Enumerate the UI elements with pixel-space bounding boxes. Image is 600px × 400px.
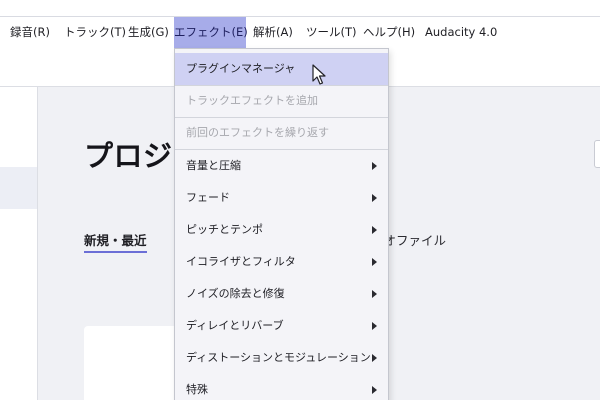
tab-selected-indicator xyxy=(84,251,147,253)
effect-menu-dropdown: プラグインマネージャ トラックエフェクトを追加 前回のエフェクトを繰り返す 音量… xyxy=(174,48,389,400)
menu-item-label: トラックエフェクトを追加 xyxy=(186,94,318,107)
app-version-label: Audacity 4.0 xyxy=(425,25,498,39)
menu-record[interactable]: 録音(R) xyxy=(10,17,50,48)
menu-generate[interactable]: 生成(G) xyxy=(128,17,169,48)
submenu-arrow-icon xyxy=(372,194,377,202)
menu-item-label: ノイズの除去と修復 xyxy=(186,287,285,300)
menu-item-noise-repair[interactable]: ノイズの除去と修復 xyxy=(175,278,388,310)
menu-item-add-track-effect: トラックエフェクトを追加 xyxy=(175,85,388,117)
submenu-arrow-icon xyxy=(372,322,377,330)
menu-item-distortion-modulation[interactable]: ディストーションとモジュレーション xyxy=(175,342,388,374)
sidebar-selected-item[interactable] xyxy=(0,167,37,209)
menu-item-pitch-tempo[interactable]: ピッチとテンポ xyxy=(175,214,388,246)
menu-tracks[interactable]: トラック(T) xyxy=(64,17,126,48)
menu-item-special[interactable]: 特殊 xyxy=(175,374,388,400)
panel-edge-handle[interactable] xyxy=(594,140,600,168)
tab-new-recent[interactable]: 新規・最近 xyxy=(84,230,147,249)
menu-help[interactable]: ヘルプ(H) xyxy=(363,17,415,48)
menu-item-label: 音量と圧縮 xyxy=(186,159,241,172)
left-sidebar xyxy=(0,87,38,400)
menu-item-delay-reverb[interactable]: ディレイとリバーブ xyxy=(175,310,388,342)
app-window: 録音(R) トラック(T) 生成(G) エフェクト(E) 解析(A) ツール(T… xyxy=(0,0,600,400)
submenu-arrow-icon xyxy=(372,226,377,234)
mouse-pointer-icon xyxy=(312,64,326,85)
menu-item-fade[interactable]: フェード xyxy=(175,182,388,214)
menu-item-label: 特殊 xyxy=(186,383,208,396)
menu-analyze[interactable]: 解析(A) xyxy=(253,17,293,48)
submenu-arrow-icon xyxy=(372,258,377,266)
menu-item-plugin-manager[interactable]: プラグインマネージャ xyxy=(175,53,388,85)
menu-item-volume-compression[interactable]: 音量と圧縮 xyxy=(175,150,388,182)
menu-item-label: ピッチとテンポ xyxy=(186,223,263,236)
submenu-arrow-icon xyxy=(372,162,377,170)
submenu-arrow-icon xyxy=(372,386,377,394)
submenu-arrow-icon xyxy=(372,354,377,362)
menu-item-label: プラグインマネージャ xyxy=(186,62,296,75)
menu-tools[interactable]: ツール(T) xyxy=(306,17,357,48)
menu-item-repeat-last-effect: 前回のエフェクトを繰り返す xyxy=(175,117,388,149)
submenu-arrow-icon xyxy=(372,290,377,298)
menu-effect[interactable]: エフェクト(E) xyxy=(174,17,248,48)
menu-item-label: 前回のエフェクトを繰り返す xyxy=(186,126,329,139)
menu-item-label: ディレイとリバーブ xyxy=(186,319,284,332)
menu-item-label: イコライザとフィルタ xyxy=(186,255,296,268)
menu-item-label: ディストーションとモジュレーション xyxy=(186,351,371,364)
menu-bar: 録音(R) トラック(T) 生成(G) エフェクト(E) 解析(A) ツール(T… xyxy=(0,17,600,48)
menu-item-label: フェード xyxy=(186,191,230,204)
menu-item-eq-filter[interactable]: イコライザとフィルタ xyxy=(175,246,388,278)
project-card[interactable] xyxy=(84,326,184,400)
